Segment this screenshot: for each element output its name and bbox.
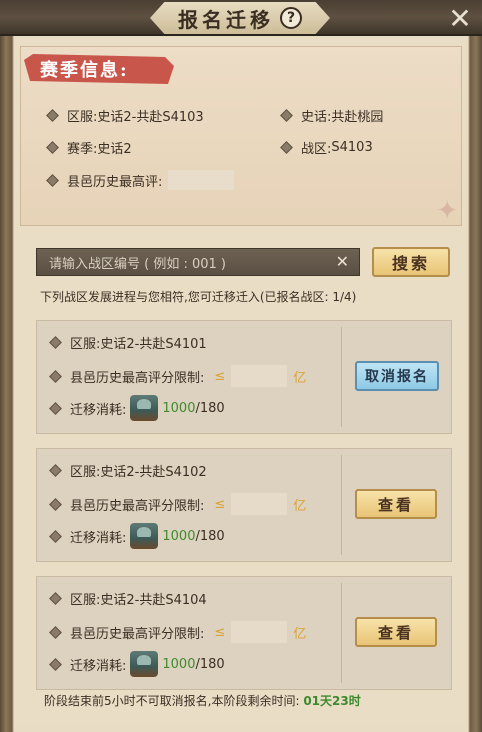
season-story-value: 共赴桃园 <box>331 110 384 125</box>
card-divider <box>341 583 342 683</box>
search-button[interactable]: 搜索 <box>372 247 450 277</box>
diamond-bullet-icon <box>49 657 62 671</box>
card-unit: 亿 <box>293 370 307 386</box>
card-server-row: 区服: 史话2-共赴S4101 <box>49 333 207 352</box>
season-zone-label: 战区: <box>301 142 332 157</box>
diamond-bullet-icon <box>46 173 59 187</box>
card-limit-label: 县邑历史最高评分限制: <box>70 626 205 642</box>
zone-card: 区服: 史话2-共赴S4102 县邑历史最高评分限制: ≤ 亿 迁移消耗: 10… <box>36 448 452 562</box>
footer-notice: 阶段结束前5小时不可取消报名,本阶段剩余时间: 01天23时 <box>44 692 361 709</box>
cancel-registration-button[interactable]: 取消报名 <box>355 361 439 391</box>
card-limit-row: 县邑历史最高评分限制: ≤ 亿 <box>49 621 307 643</box>
zone-search-input[interactable]: 请输入战区编号 ( 例如 : 001 ) ✕ <box>36 248 360 276</box>
page-title: 报名迁移 <box>178 7 274 32</box>
season-season-value: 史话2 <box>97 142 132 157</box>
footer-text: 阶段结束前5小时不可取消报名,本阶段剩余时间: <box>44 694 300 708</box>
notice-text: 下列战区发展进程与您相符,您可迁移迁入(已报名战区: 1/4) <box>40 290 357 304</box>
window-frame-right <box>468 0 482 732</box>
season-server-value: 史话2-共赴S4103 <box>97 110 204 125</box>
season-server-row: 区服: 史话2-共赴S4103 <box>46 106 204 125</box>
diamond-bullet-icon <box>49 625 62 639</box>
card-cost-label: 迁移消耗: <box>70 402 127 418</box>
card-cost-label: 迁移消耗: <box>70 658 127 674</box>
diamond-bullet-icon <box>49 497 62 511</box>
diamond-bullet-icon <box>49 336 62 349</box>
season-season-row: 赛季: 史话2 <box>46 138 132 157</box>
view-button[interactable]: 查看 <box>355 489 437 519</box>
card-cost-need: /180 <box>195 528 225 544</box>
help-icon[interactable]: ? <box>280 7 302 29</box>
season-story-row: 史话: 共赴桃园 <box>280 106 384 125</box>
card-score-hidden <box>231 621 288 643</box>
title-plate: 报名迁移 ? <box>150 2 330 34</box>
card-score-hidden <box>231 365 288 387</box>
card-unit: 亿 <box>293 498 307 514</box>
card-cost-label: 迁移消耗: <box>70 530 127 546</box>
card-server-label: 区服: <box>70 337 101 352</box>
diamond-bullet-icon <box>46 109 59 122</box>
card-server-value: 史话2-共赴S4104 <box>100 593 207 608</box>
close-icon[interactable]: ✕ <box>444 2 476 35</box>
card-cost-need: /180 <box>195 656 225 672</box>
card-server-value: 史话2-共赴S4102 <box>100 465 207 480</box>
card-leq: ≤ <box>214 496 226 512</box>
migration-token-icon <box>130 523 159 549</box>
zone-card: 区服: 史话2-共赴S4101 县邑历史最高评分限制: ≤ 亿 迁移消耗: 10… <box>36 320 452 434</box>
diamond-bullet-icon <box>49 464 62 477</box>
star-decoration-icon: ✦ <box>436 196 458 226</box>
season-story-label: 史话: <box>301 110 332 125</box>
diamond-bullet-icon <box>280 141 293 154</box>
card-cost-have: 1000 <box>162 656 196 672</box>
migration-token-icon <box>130 395 159 421</box>
season-best-value-hidden <box>168 170 235 190</box>
card-divider <box>341 327 342 427</box>
season-zone-value: S4103 <box>331 140 373 155</box>
view-button[interactable]: 查看 <box>355 617 437 647</box>
card-server-value: 史话2-共赴S4101 <box>100 337 207 352</box>
card-cost-row: 迁移消耗: 1000 /180 <box>49 651 225 677</box>
title-bar: 报名迁移 ? ✕ <box>0 0 482 36</box>
card-leq: ≤ <box>214 624 226 640</box>
card-cost-row: 迁移消耗: 1000 /180 <box>49 395 225 421</box>
card-divider <box>341 455 342 555</box>
season-info-title: 赛季信息: <box>40 60 129 81</box>
season-server-label: 区服: <box>67 110 98 125</box>
card-limit-label: 县邑历史最高评分限制: <box>70 370 205 386</box>
season-info-tag: 赛季信息: <box>24 54 174 84</box>
season-best-label: 县邑历史最高评: <box>67 174 163 190</box>
season-best-row: 县邑历史最高评: <box>46 170 235 190</box>
card-limit-row: 县邑历史最高评分限制: ≤ 亿 <box>49 365 307 387</box>
card-limit-row: 县邑历史最高评分限制: ≤ 亿 <box>49 493 307 515</box>
card-server-row: 区服: 史话2-共赴S4104 <box>49 589 207 608</box>
clear-icon[interactable]: ✕ <box>336 252 349 271</box>
card-cost-have: 1000 <box>162 400 196 416</box>
card-leq: ≤ <box>214 368 226 384</box>
diamond-bullet-icon <box>49 592 62 605</box>
card-unit: 亿 <box>293 626 307 642</box>
card-server-label: 区服: <box>70 593 101 608</box>
search-placeholder: 请输入战区编号 ( 例如 : 001 ) <box>49 256 226 272</box>
remaining-time: 01天23时 <box>303 694 361 708</box>
diamond-bullet-icon <box>49 529 62 543</box>
card-limit-label: 县邑历史最高评分限制: <box>70 498 205 514</box>
diamond-bullet-icon <box>46 141 59 154</box>
migration-token-icon <box>130 651 159 677</box>
card-cost-have: 1000 <box>162 528 196 544</box>
card-score-hidden <box>231 493 288 515</box>
zone-card: 区服: 史话2-共赴S4104 县邑历史最高评分限制: ≤ 亿 迁移消耗: 10… <box>36 576 452 690</box>
card-cost-need: /180 <box>195 400 225 416</box>
season-season-label: 赛季: <box>67 142 98 157</box>
season-zone-row: 战区: S4103 <box>280 138 373 157</box>
diamond-bullet-icon <box>280 109 293 122</box>
card-cost-row: 迁移消耗: 1000 /180 <box>49 523 225 549</box>
diamond-bullet-icon <box>49 369 62 383</box>
card-server-row: 区服: 史话2-共赴S4102 <box>49 461 207 480</box>
diamond-bullet-icon <box>49 401 62 415</box>
card-server-label: 区服: <box>70 465 101 480</box>
